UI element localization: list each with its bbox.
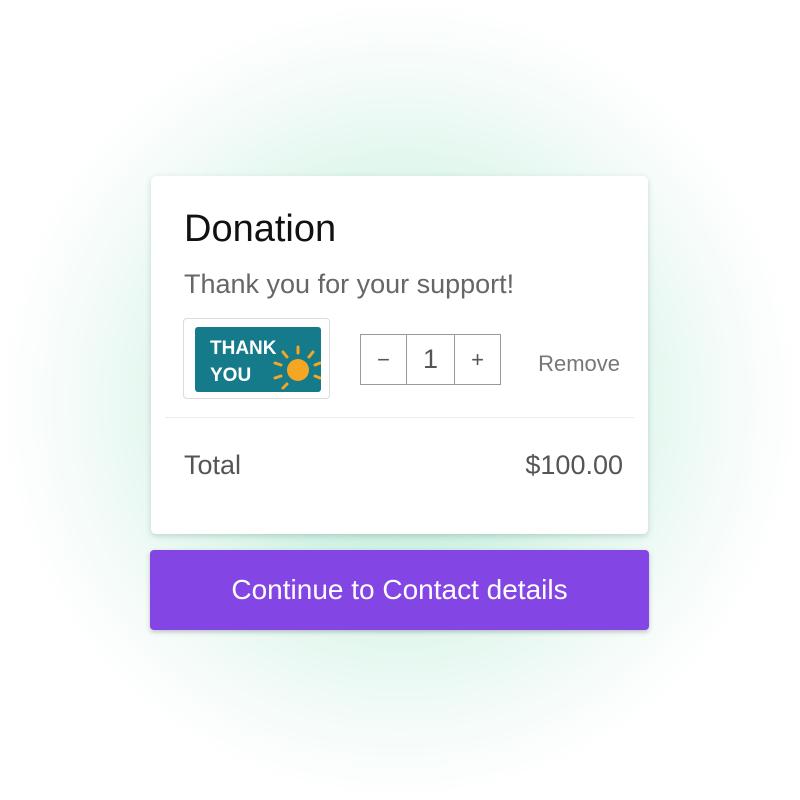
image-text-you: YOU: [210, 365, 251, 386]
card-subtitle: Thank you for your support!: [184, 269, 515, 299]
thank-you-card-image: THANK YOU: [183, 318, 330, 399]
decrement-button[interactable]: −: [361, 335, 406, 384]
total-label: Total: [184, 450, 242, 480]
divider: [165, 417, 634, 418]
continue-button[interactable]: Continue to Contact details: [150, 550, 649, 630]
quantity-stepper: − 1 +: [360, 334, 501, 385]
total-value: $100.00: [525, 450, 623, 480]
image-text-thank: THANK: [210, 338, 277, 359]
increment-button[interactable]: +: [455, 335, 500, 384]
card-title: Donation: [184, 208, 337, 250]
donation-card: Donation Thank you for your support! THA…: [151, 176, 648, 534]
quantity-value[interactable]: 1: [406, 335, 455, 384]
remove-link[interactable]: Remove: [538, 351, 620, 377]
